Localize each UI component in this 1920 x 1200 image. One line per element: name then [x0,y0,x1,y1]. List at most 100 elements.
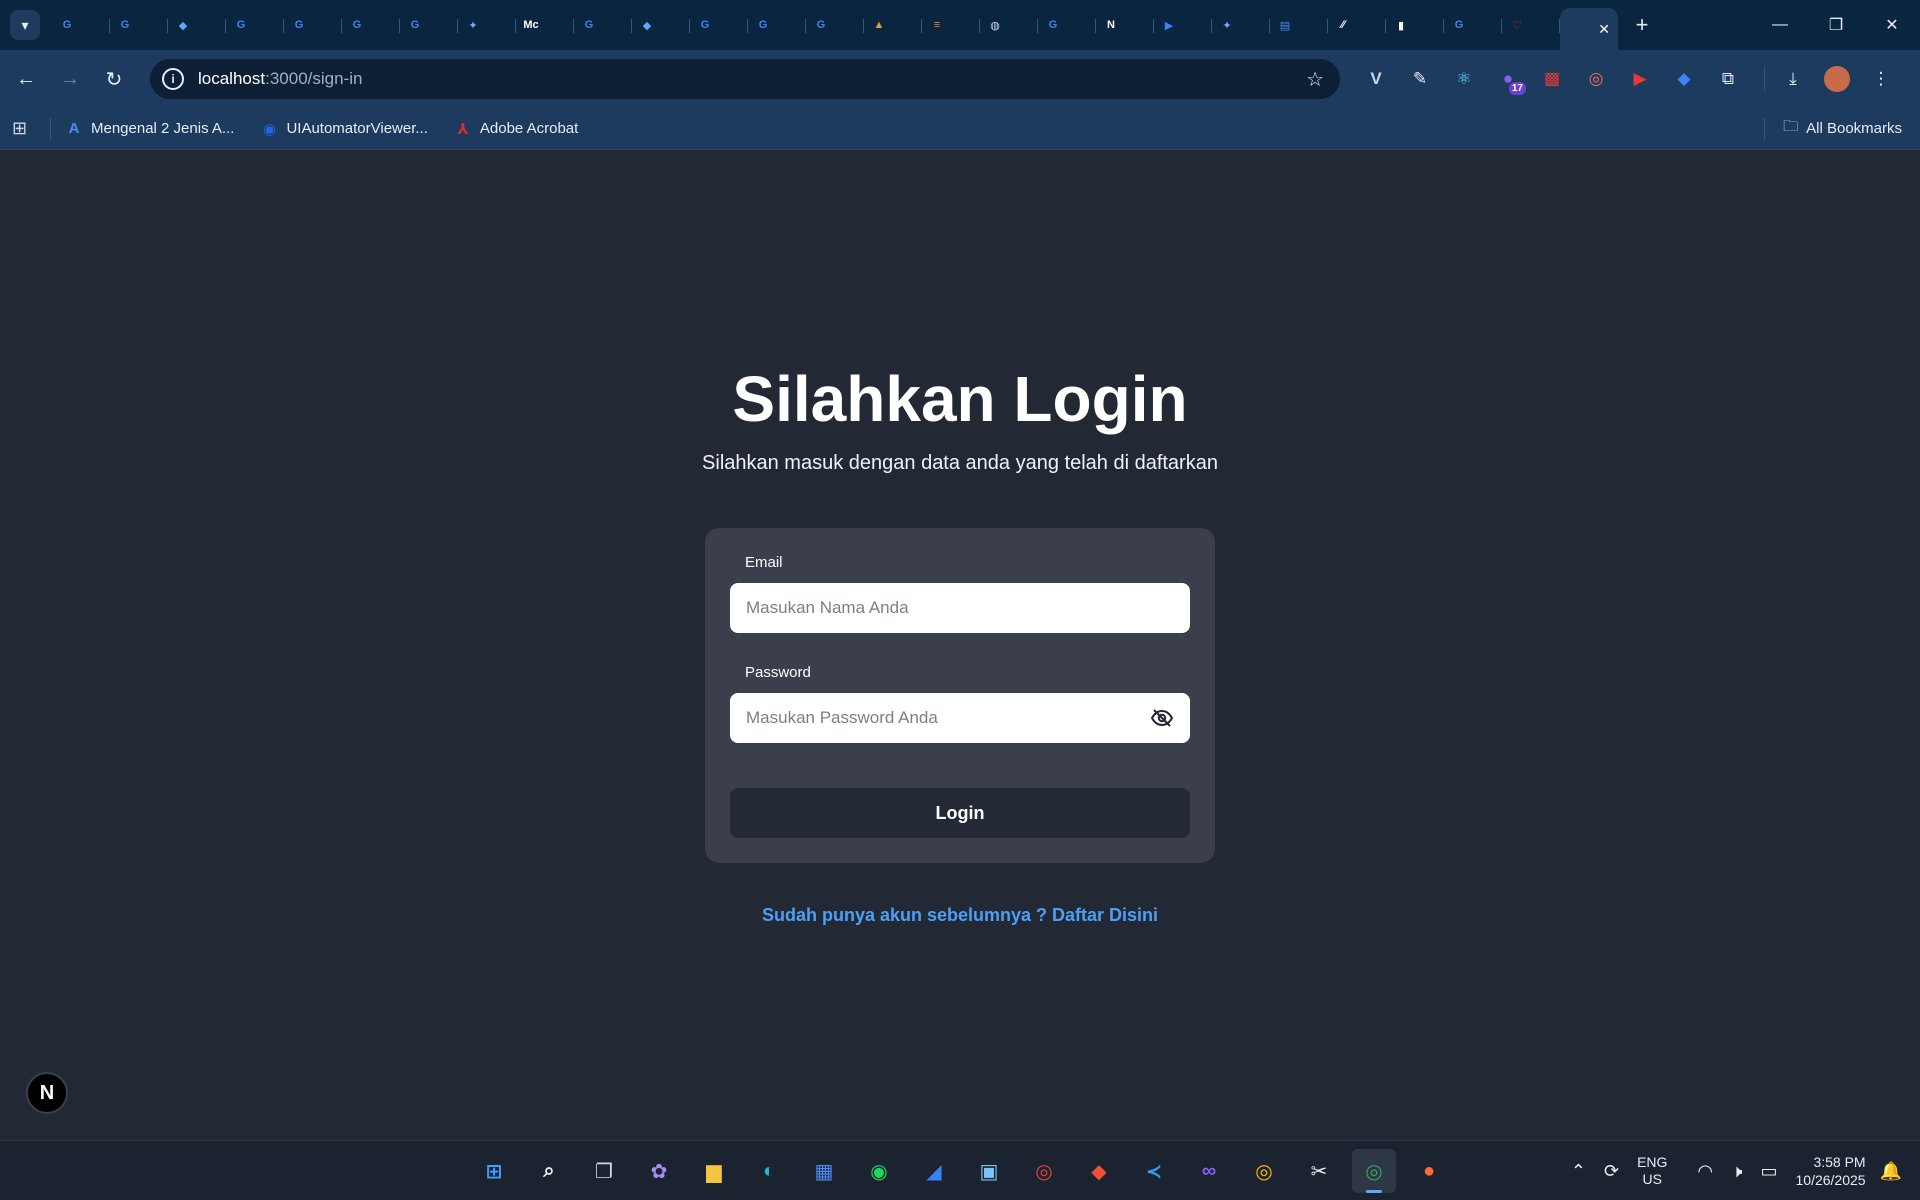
control-panel-icon[interactable]: ▣ [967,1149,1011,1193]
react-devtools-icon[interactable]: ⚛ [1446,61,1482,97]
address-bar[interactable]: i localhost:3000/sign-in ☆ [150,59,1340,99]
browser-tab[interactable]: ▤ [1270,7,1328,43]
browser-tab[interactable]: G [690,7,748,43]
browser-tab[interactable]: ◆ [168,7,226,43]
download-icon[interactable]: ⤓ [1775,61,1811,97]
register-link[interactable]: Sudah punya akun sebelumnya ? Daftar Dis… [0,905,1920,926]
back-button[interactable]: ← [8,61,44,97]
browser-tab[interactable]: G [806,7,864,43]
nextjs-devtools-button[interactable]: N [26,1072,68,1114]
browser-tab[interactable]: G [284,7,342,43]
login-button[interactable]: Login [730,788,1190,838]
browser-tab[interactable]: G [748,7,806,43]
tab-favicon-icon: ⁄⁄ [1341,19,1345,31]
notification-icon[interactable]: 🔔 [1880,1161,1902,1182]
browser-tab[interactable]: G [110,7,168,43]
browser-tab[interactable]: G [1444,7,1502,43]
chrome-active-icon[interactable]: ◎ [1352,1149,1396,1193]
new-tab-button[interactable]: + [1626,9,1658,41]
vue-devtools-icon[interactable]: V [1358,61,1394,97]
eye-off-icon[interactable] [1150,706,1174,730]
wifi-icon[interactable]: ◠ [1697,1161,1713,1182]
browser-tab[interactable]: ✦ [1212,7,1270,43]
email-field[interactable] [730,583,1190,633]
browser-tab[interactable]: Mc [516,7,574,43]
chevron-up-icon[interactable]: ⌃ [1571,1161,1586,1182]
search-icon[interactable]: ⌕ [527,1149,571,1193]
bookmark-item[interactable]: ◉ UIAutomatorViewer... [260,120,428,138]
reload-button[interactable]: ↻ [96,61,132,97]
forward-button[interactable]: → [52,61,88,97]
browser-tab[interactable]: ⁄⁄ [1328,7,1386,43]
apps-grid-icon[interactable]: ⊞ [12,118,36,139]
browser-tab[interactable]: ◆ [632,7,690,43]
browser-tab[interactable]: ▮ [1386,7,1444,43]
password-field[interactable] [730,693,1190,743]
folder-icon: 🗀 [1783,118,1799,135]
browser-tab[interactable]: ≡ [922,7,980,43]
browser-tab[interactable]: G [574,7,632,43]
browser-tab[interactable]: N [1096,7,1154,43]
tab-search-button[interactable]: ▾ [10,10,40,40]
browser-tab[interactable]: G [226,7,284,43]
browser-tab[interactable]: G [342,7,400,43]
profile-avatar[interactable] [1819,61,1855,97]
tab-favicon-icon: G [62,19,72,31]
language-indicator[interactable]: ENG US [1637,1154,1667,1188]
email-field-wrapper [730,583,1190,633]
snipping-tool-icon[interactable]: ✂ [1297,1149,1341,1193]
task-view-icon[interactable]: ❐ [582,1149,626,1193]
browser-tab[interactable]: ▶ [1154,7,1212,43]
menu-icon[interactable]: ⋮ [1863,61,1899,97]
sync-icon[interactable]: ⟳ [1604,1161,1619,1182]
chrome-icon[interactable]: ◎ [1022,1149,1066,1193]
minimize-button[interactable]: — [1752,0,1808,50]
tab-favicon-icon: G [294,19,304,31]
pen-extension-icon[interactable]: ✎ [1402,61,1438,97]
extension-with-badge-icon[interactable]: ● 17 [1490,61,1526,97]
bookmark-item[interactable]: A Mengenal 2 Jenis A... [65,120,235,138]
postman-icon[interactable]: ● [1407,1149,1451,1193]
close-window-button[interactable]: ✕ [1864,0,1920,50]
browser-tab[interactable]: ♡ [1502,7,1560,43]
site-info-icon[interactable]: i [162,68,184,90]
browser-tab[interactable]: G [400,7,458,43]
browser-tab[interactable]: G [1038,7,1096,43]
tab-strip: ▾ G G ◆ G G G G ✦ Mc G ◆ G G G ▲ ≡ ◍ G N ▶ ✦ ▤ ⁄⁄ ▮ G ♡ ✕ + — ❐ ✕ [0,0,1920,50]
azure-icon[interactable]: ◢ [912,1149,956,1193]
close-tab-icon[interactable]: ✕ [1598,21,1610,38]
visual-studio-icon[interactable]: ∞ [1187,1149,1231,1193]
tab-favicon-icon: G [352,19,362,31]
video-extension-icon[interactable]: ▶ [1622,61,1658,97]
battery-icon[interactable]: ▭ [1760,1161,1777,1182]
red-extension-icon[interactable]: ▩ [1534,61,1570,97]
spotify-icon[interactable]: ◉ [857,1149,901,1193]
browser-tab[interactable]: ◍ [980,7,1038,43]
bookmark-item[interactable]: ⅄ Adobe Acrobat [454,120,578,138]
language-code: ENG [1637,1154,1668,1170]
chrome-profile-icon[interactable]: ◎ [1242,1149,1286,1193]
all-bookmarks-button[interactable]: 🗀 All Bookmarks [1764,116,1902,141]
clock[interactable]: 3:58 PM 10/26/2025 [1796,1153,1866,1189]
restore-button[interactable]: ❐ [1808,0,1864,50]
store-icon[interactable]: ▦ [802,1149,846,1193]
puzzle-icon[interactable]: ⧉ [1710,61,1746,97]
windows-start-icon[interactable]: ⊞ [472,1149,516,1193]
ring-extension-icon[interactable]: ◎ [1578,61,1614,97]
blue-extension-icon[interactable]: ◆ [1666,61,1702,97]
git-icon[interactable]: ◆ [1077,1149,1121,1193]
browser-tab[interactable]: ✦ [458,7,516,43]
active-tab[interactable]: ✕ [1560,8,1618,50]
taskbar-apps: ⊞ ⌕ ❐ ✿ ▆ ◐ ▦ ◉ ◢ ▣ ◎ ◆ ≺ ∞ ◎ ✂ ◎ ● [472,1149,1462,1193]
browser-tab[interactable]: G [52,7,110,43]
bookmark-star-icon[interactable]: ☆ [1306,67,1324,92]
volume-muted-icon[interactable]: 🕨 [1731,1161,1742,1182]
file-explorer-icon[interactable]: ▆ [692,1149,736,1193]
extension-badge: 17 [1508,82,1526,95]
vscode-icon[interactable]: ≺ [1132,1149,1176,1193]
edge-icon[interactable]: ◐ [747,1149,791,1193]
copilot-icon[interactable]: ✿ [637,1149,681,1193]
browser-tab[interactable]: ▲ [864,7,922,43]
bookmarks-divider [50,117,51,140]
tab-favicon-icon: G [700,19,710,31]
